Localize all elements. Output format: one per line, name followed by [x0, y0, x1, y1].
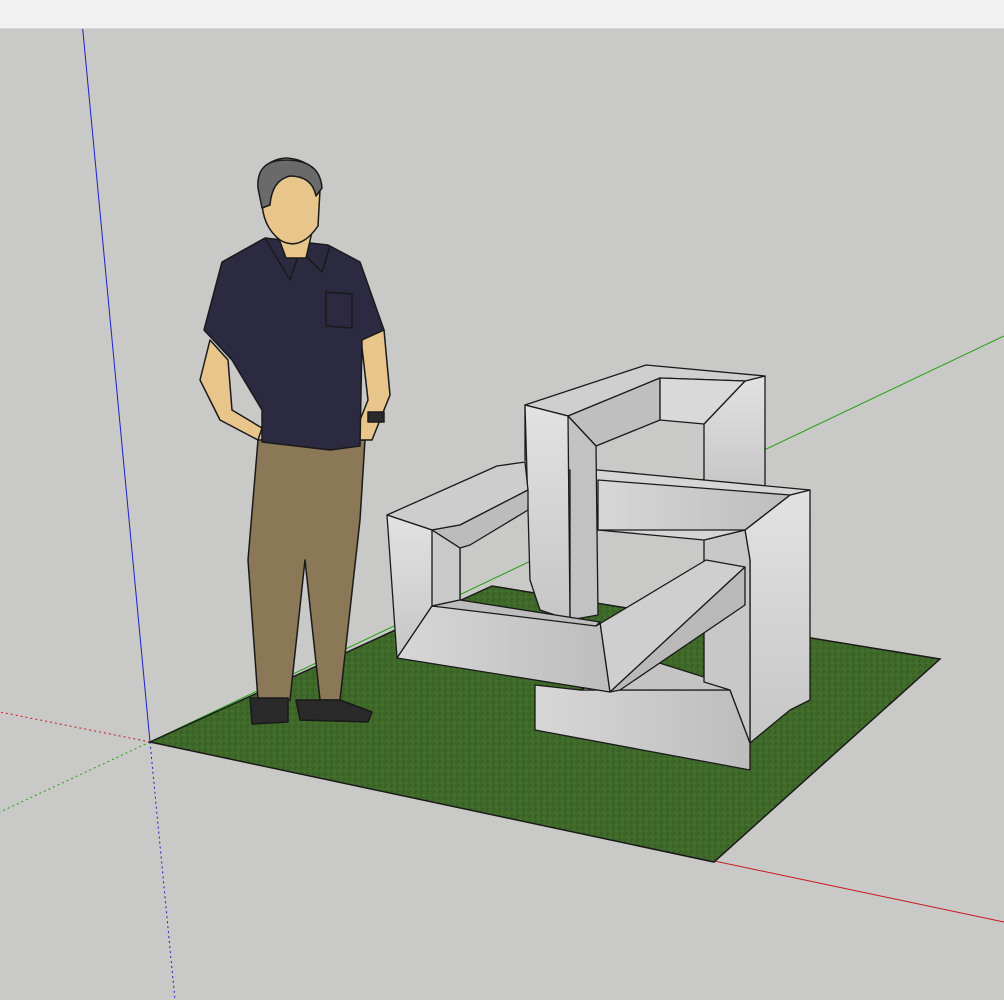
scene-canvas[interactable] [0, 29, 1004, 1000]
toolbar-strip [0, 0, 1004, 29]
shirt-pocket [325, 291, 353, 329]
front-frame-right-post [744, 489, 811, 744]
left-shoe [249, 697, 289, 725]
sketchup-window [0, 0, 1004, 1000]
wristwatch [367, 411, 385, 423]
3d-viewport[interactable] [0, 29, 1004, 1000]
